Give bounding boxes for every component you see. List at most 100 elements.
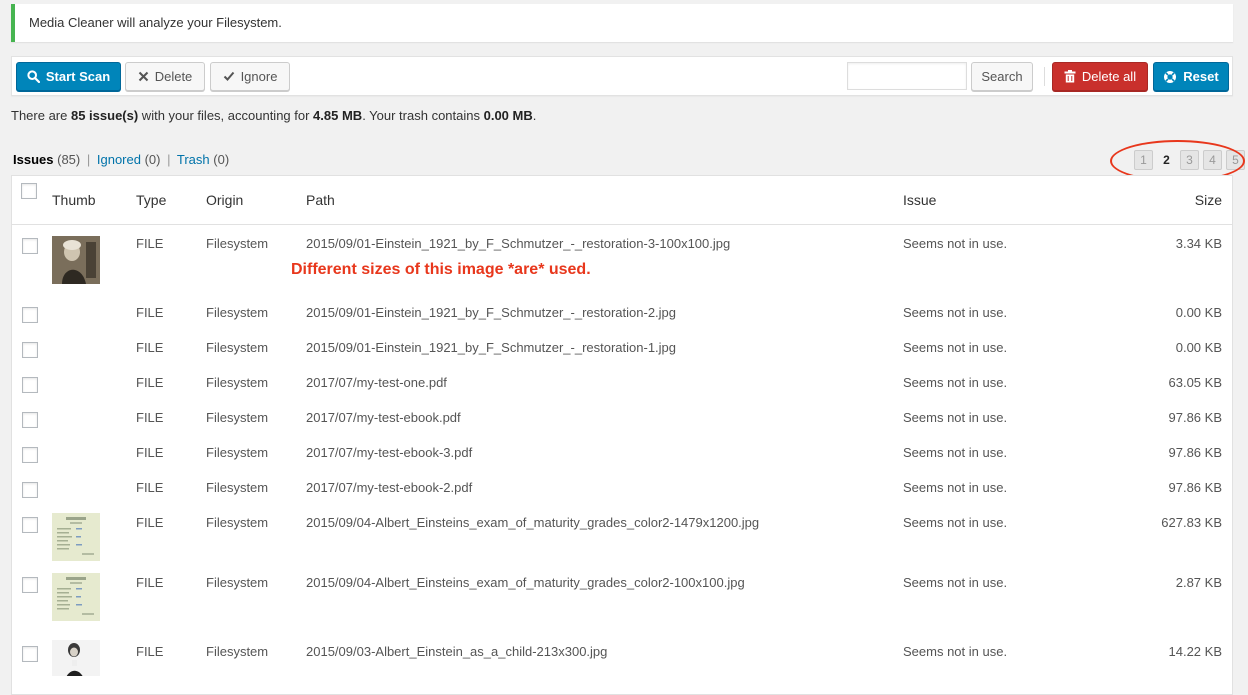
row-type: FILE: [136, 644, 164, 659]
row-issue: Seems not in use.: [903, 644, 1008, 659]
row-checkbox[interactable]: [22, 377, 38, 393]
thumbnail-image[interactable]: [52, 513, 100, 561]
annotation-label: Different sizes of this image *are* used…: [291, 261, 591, 278]
row-checkbox[interactable]: [22, 646, 38, 662]
row-type: FILE: [136, 340, 164, 355]
row-origin: Filesystem: [206, 375, 269, 390]
filter-issues-count: (85): [57, 152, 81, 167]
col-path: Path: [306, 192, 335, 208]
row-path: 2017/07/my-test-ebook-2.pdf: [306, 480, 473, 495]
summary-suffix: .: [532, 108, 537, 123]
row-issue: Seems not in use.: [903, 305, 1008, 320]
scan-notice: Media Cleaner will analyze your Filesyst…: [11, 4, 1233, 42]
row-checkbox[interactable]: [22, 342, 38, 358]
row-type: FILE: [136, 515, 164, 530]
row-path: 2015/09/01-Einstein_1921_by_F_Schmutzer_…: [306, 236, 731, 251]
delete-all-label: Delete all: [1081, 69, 1137, 84]
row-origin: Filesystem: [206, 445, 269, 460]
issues-table: Thumb Type Origin Path Issue Size FILE F…: [11, 175, 1233, 695]
table-row: FILE Filesystem 2015/09/01-Einstein_1921…: [12, 236, 1232, 286]
col-size[interactable]: Size: [1195, 192, 1222, 208]
row-issue: Seems not in use.: [903, 340, 1008, 355]
search-icon: [27, 70, 40, 83]
row-path: 2015/09/01-Einstein_1921_by_F_Schmutzer_…: [306, 305, 677, 320]
row-checkbox[interactable]: [22, 412, 38, 428]
row-type: FILE: [136, 445, 164, 460]
thumbnail-image[interactable]: [52, 573, 100, 621]
row-size: 627.83 KB: [1161, 515, 1222, 530]
row-size: 0.00 KB: [1175, 305, 1222, 320]
start-scan-button[interactable]: Start Scan: [16, 62, 121, 91]
filter-trash-count: (0): [213, 152, 230, 167]
thumbnail-image[interactable]: [52, 640, 100, 676]
row-checkbox[interactable]: [22, 517, 38, 533]
row-size: 63.05 KB: [1168, 375, 1223, 390]
row-path: 2015/09/04-Albert_Einsteins_exam_of_matu…: [306, 575, 745, 590]
search-input[interactable]: [847, 62, 967, 90]
row-issue: Seems not in use.: [903, 445, 1008, 460]
close-icon: [138, 71, 149, 82]
row-size: 97.86 KB: [1168, 410, 1223, 425]
row-type: FILE: [136, 236, 164, 251]
checkmark-icon: [223, 71, 235, 82]
row-origin: Filesystem: [206, 236, 269, 251]
start-scan-label: Start Scan: [45, 69, 111, 84]
row-issue: Seems not in use.: [903, 480, 1008, 495]
toolbar-divider: [1044, 67, 1045, 86]
delete-button[interactable]: Delete: [125, 62, 205, 91]
reset-button[interactable]: Reset: [1153, 62, 1229, 91]
row-checkbox[interactable]: [22, 577, 38, 593]
row-type: FILE: [136, 410, 164, 425]
filter-issues[interactable]: Issues: [13, 152, 53, 167]
delete-all-button[interactable]: Delete all: [1052, 62, 1148, 91]
reset-label: Reset: [1183, 69, 1219, 84]
delete-label: Delete: [154, 69, 193, 84]
notice-text: Media Cleaner will analyze your Filesyst…: [29, 15, 282, 30]
row-size: 97.86 KB: [1168, 445, 1223, 460]
ignore-button[interactable]: Ignore: [210, 62, 290, 91]
search-button[interactable]: Search: [971, 62, 1033, 91]
thumbnail-image[interactable]: [52, 236, 100, 284]
row-issue: Seems not in use.: [903, 575, 1008, 590]
row-origin: Filesystem: [206, 515, 269, 530]
select-all-checkbox[interactable]: [21, 183, 37, 199]
row-origin: Filesystem: [206, 340, 269, 355]
row-origin: Filesystem: [206, 480, 269, 495]
table-row: FILE Filesystem 2015/09/01-Einstein_1921…: [12, 340, 1232, 360]
summary-mid: with your files, accounting for: [138, 108, 314, 123]
table-row: FILE Filesystem 2017/07/my-test-ebook-3.…: [12, 445, 1232, 465]
row-path: 2015/09/04-Albert_Einsteins_exam_of_matu…: [306, 515, 760, 530]
ignore-label: Ignore: [240, 69, 278, 84]
row-checkbox[interactable]: [22, 482, 38, 498]
summary-issue-count: 85 issue(s): [70, 108, 139, 123]
row-size: 3.34 KB: [1175, 236, 1222, 251]
row-issue: Seems not in use.: [903, 236, 1008, 251]
filter-ignored[interactable]: Ignored: [97, 152, 141, 167]
row-checkbox[interactable]: [22, 447, 38, 463]
summary-prefix: There are: [11, 108, 71, 123]
row-checkbox[interactable]: [22, 307, 38, 323]
summary-mid2: . Your trash contains: [362, 108, 484, 123]
row-origin: Filesystem: [206, 644, 269, 659]
row-origin: Filesystem: [206, 575, 269, 590]
filter-trash[interactable]: Trash: [177, 152, 210, 167]
row-type: FILE: [136, 480, 164, 495]
filter-separator: |: [86, 152, 91, 167]
row-issue: Seems not in use.: [903, 515, 1008, 530]
row-type: FILE: [136, 305, 164, 320]
filter-ignored-count: (0): [144, 152, 161, 167]
table-row: FILE Filesystem 2015/09/04-Albert_Einste…: [12, 513, 1232, 565]
table-row: FILE Filesystem 2015/09/01-Einstein_1921…: [12, 305, 1232, 325]
row-path: 2017/07/my-test-one.pdf: [306, 375, 447, 390]
row-origin: Filesystem: [206, 410, 269, 425]
row-path: 2017/07/my-test-ebook-3.pdf: [306, 445, 473, 460]
filter-separator: |: [167, 152, 171, 167]
col-origin: Origin: [206, 192, 244, 208]
row-path: 2015/09/03-Albert_Einstein_as_a_child-21…: [306, 644, 608, 659]
issues-summary: There are 85 issue(s) with your files, a…: [11, 108, 536, 123]
summary-size: 4.85 MB: [313, 108, 363, 123]
search-label: Search: [981, 69, 1023, 84]
summary-trash-size: 0.00 MB: [483, 108, 533, 123]
row-checkbox[interactable]: [22, 238, 38, 254]
row-origin: Filesystem: [206, 305, 269, 320]
